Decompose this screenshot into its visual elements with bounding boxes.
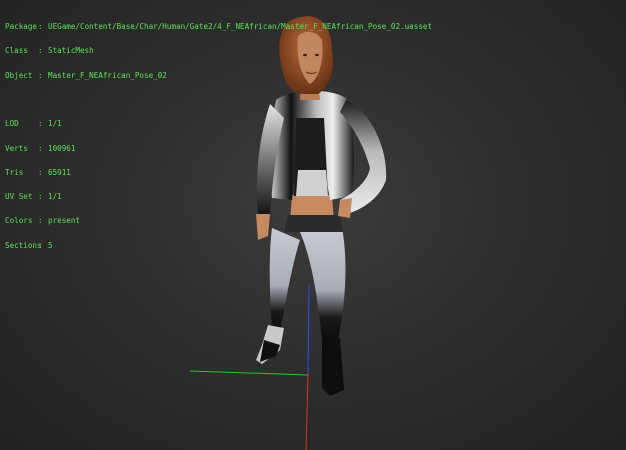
info-value: present: [48, 216, 81, 226]
info-row-uvset: UV Set:1/1: [5, 193, 432, 201]
info-key: LOD: [5, 119, 19, 129]
info-value: Master_F_NEAfrican_Pose_02: [48, 70, 167, 80]
info-row-class: Class: StaticMesh: [5, 47, 432, 55]
info-value: 100961: [48, 143, 76, 153]
info-key: Sections: [5, 240, 42, 250]
info-separator: :: [38, 192, 43, 202]
info-row-object: Object: Master_F_NEAfrican_Pose_02: [5, 70, 432, 80]
info-row-sections: Sections:5: [5, 240, 432, 250]
info-key: UV Set: [5, 192, 33, 202]
3d-viewport[interactable]: Package: UEGame/Content/Base/Char/Human/G…: [0, 0, 626, 450]
info-separator: :: [38, 119, 43, 129]
info-value: 5: [48, 240, 53, 250]
info-separator: :: [38, 240, 43, 250]
info-key: Colors: [5, 216, 33, 226]
info-row-tris: Tris:65911: [5, 167, 432, 177]
info-key: Object: [5, 70, 33, 80]
info-row-package: Package: UEGame/Content/Base/Char/Human/G…: [5, 23, 432, 31]
info-value: 1/1: [48, 192, 62, 202]
info-separator: :: [38, 22, 43, 32]
info-value: 65911: [48, 167, 71, 177]
info-row-verts: Verts:100961: [5, 143, 432, 153]
info-key: Class: [5, 46, 28, 56]
axis-y-line: [189, 370, 309, 376]
info-separator: :: [38, 216, 43, 226]
info-value: 1/1: [48, 119, 62, 129]
info-key: Tris: [5, 167, 24, 177]
info-separator: :: [38, 46, 43, 56]
info-separator: :: [38, 167, 43, 177]
mesh-info-overlay: Package: UEGame/Content/Base/Char/Human/G…: [5, 7, 432, 266]
info-row-lod: LOD:1/1: [5, 120, 432, 128]
info-separator: :: [38, 143, 43, 153]
axis-z-line: [307, 284, 310, 375]
info-value: StaticMesh: [48, 46, 94, 56]
axis-x-line: [305, 373, 309, 450]
info-key: Verts: [5, 143, 28, 153]
info-key: Package: [5, 22, 38, 32]
info-row-colors: Colors: present: [5, 217, 432, 225]
info-value: UEGame/Content/Base/Char/Human/Gate2/4_F…: [48, 22, 433, 32]
info-separator: :: [38, 70, 43, 80]
